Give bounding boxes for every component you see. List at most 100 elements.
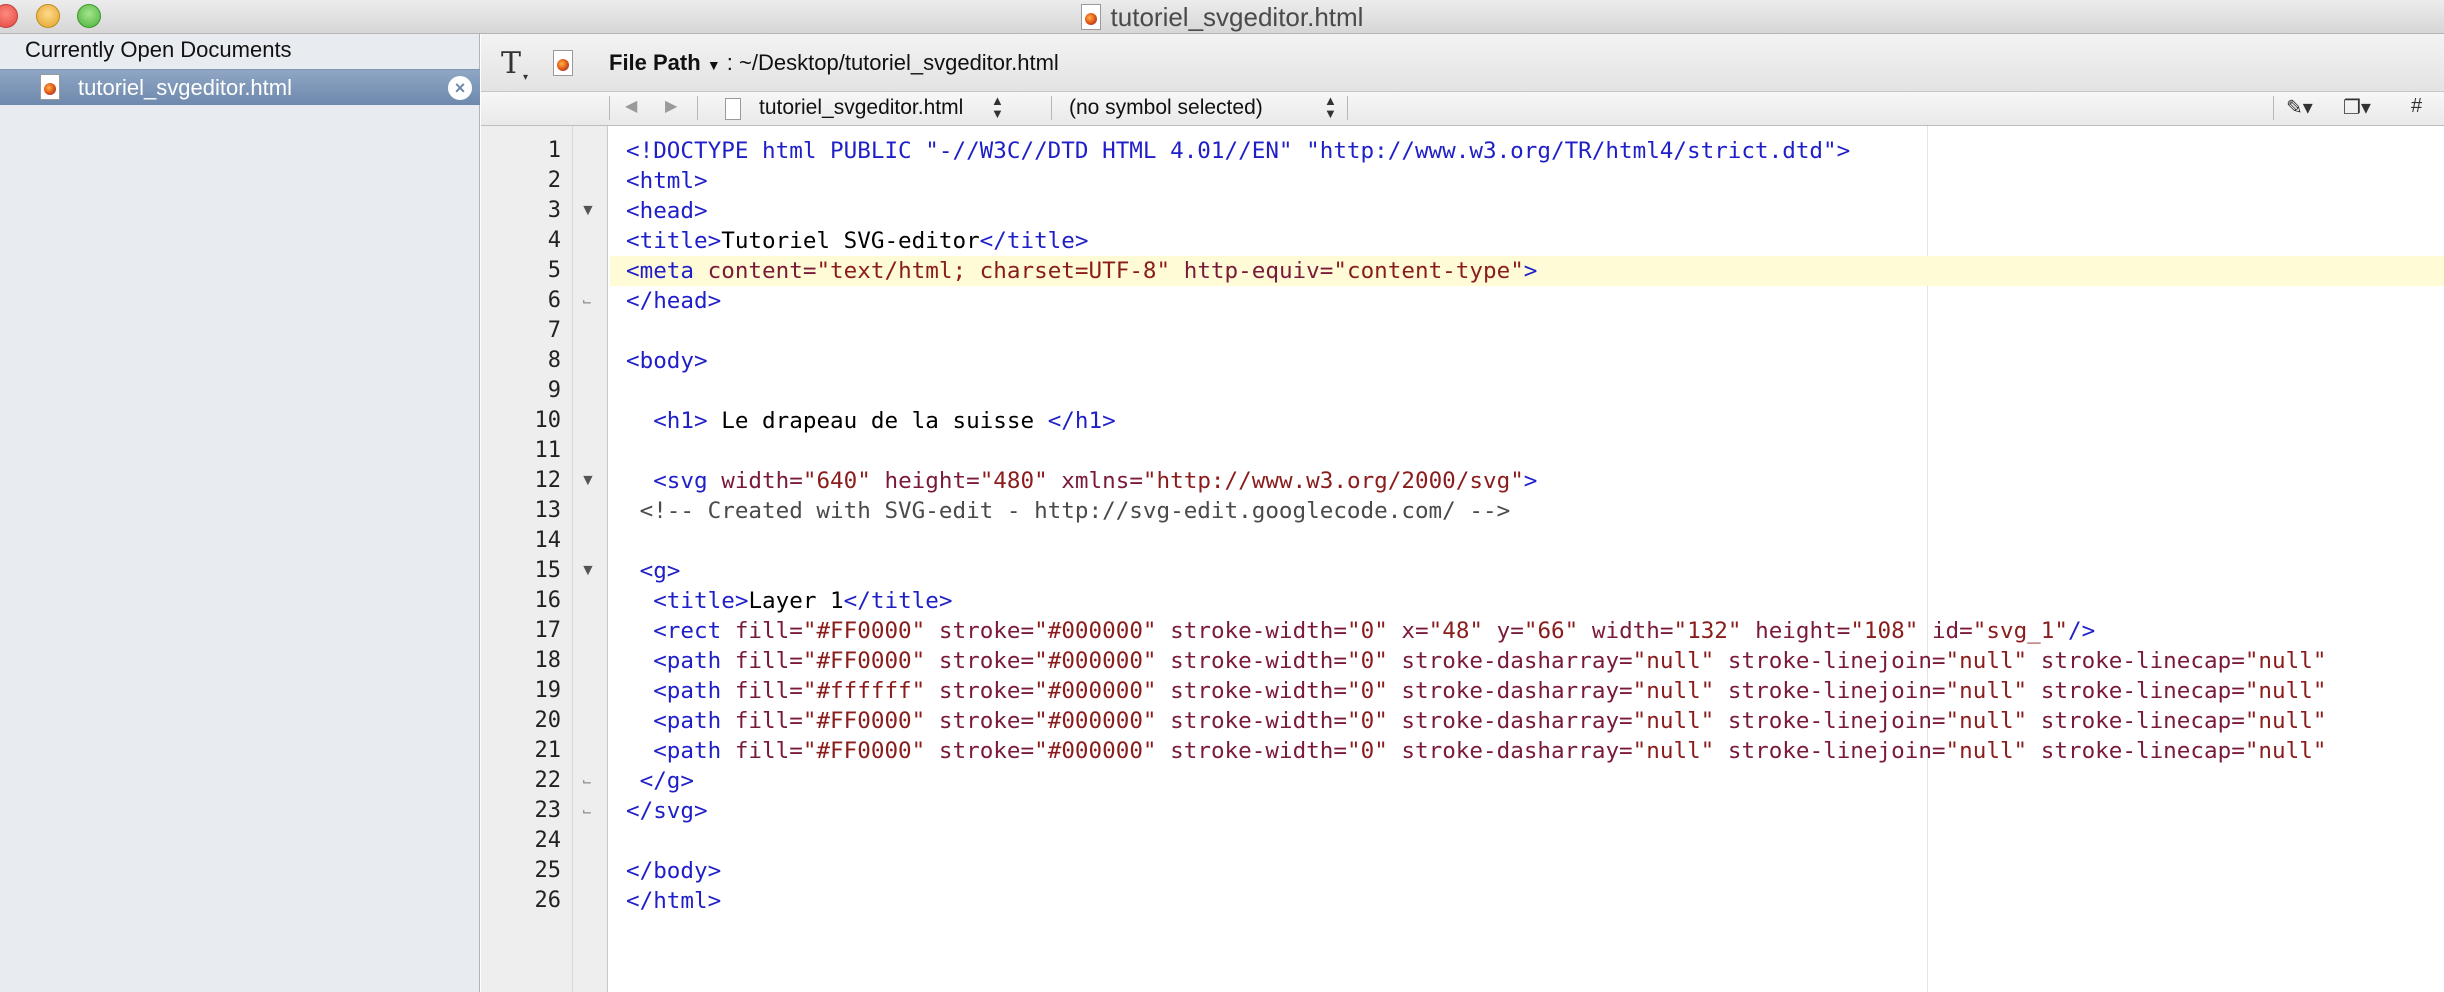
code-token: stroke-width= <box>1156 618 1347 644</box>
code-token: "#FF0000" <box>802 738 926 764</box>
code-token: height= <box>870 468 980 494</box>
sidebar-item-document[interactable]: tutoriel_svgeditor.html × <box>0 69 480 105</box>
up-down-arrows-icon[interactable]: ▲ ▼ <box>1324 94 1337 120</box>
code-token: height= <box>1741 618 1851 644</box>
code-token: width= <box>707 468 803 494</box>
code-line[interactable]: <path fill="#FF0000" stroke="#000000" st… <box>626 736 2444 766</box>
line-number: 15 <box>534 558 562 583</box>
code-token: stroke-linejoin= <box>1714 738 1946 764</box>
code-token: stroke-dasharray= <box>1387 648 1633 674</box>
code-line[interactable]: <h1> Le drapeau de la suisse </h1> <box>626 406 2444 436</box>
sidebar-header: Currently Open Documents <box>25 37 292 62</box>
text-tool-icon[interactable]: T ▾ <box>501 46 528 83</box>
line-number: 5 <box>547 258 561 283</box>
code-token: > <box>1523 468 1538 494</box>
code-line[interactable]: <path fill="#FF0000" stroke="#000000" st… <box>626 706 2444 736</box>
code-line[interactable]: <title>Layer 1</title> <box>626 586 2444 616</box>
html-file-icon[interactable] <box>553 50 573 76</box>
code-token: http-equiv= <box>1170 258 1334 284</box>
line-number: 9 <box>547 378 561 403</box>
line-number: 3 <box>547 198 561 223</box>
code-token: stroke= <box>925 738 1035 764</box>
code-token: stroke-width= <box>1156 708 1347 734</box>
close-document-icon[interactable]: × <box>448 76 472 100</box>
code-token: </g> <box>626 768 695 794</box>
code-line[interactable]: <head> <box>626 196 2444 226</box>
code-token: Layer 1 <box>748 588 844 614</box>
code-line[interactable]: <!-- Created with SVG-edit - http://svg-… <box>626 496 2444 526</box>
code-token: stroke-linecap= <box>2027 678 2245 704</box>
forward-arrow-icon[interactable]: ▶ <box>665 96 677 116</box>
code-token: stroke-linejoin= <box>1714 708 1946 734</box>
code-token: stroke-linecap= <box>2027 738 2245 764</box>
code-token: "null" <box>1632 678 1715 704</box>
code-token: "#ffffff" <box>802 678 926 704</box>
line-number: 13 <box>534 498 562 523</box>
divider <box>697 96 698 120</box>
back-arrow-icon[interactable]: ◀ <box>625 96 637 116</box>
chevron-down-icon[interactable]: ▼ <box>707 57 721 73</box>
code-line-highlighted[interactable]: <meta content="text/html; charset=UTF-8"… <box>610 256 2444 286</box>
code-token: <path <box>626 678 722 704</box>
code-line[interactable]: <path fill="#FF0000" stroke="#000000" st… <box>626 646 2444 676</box>
code-token: stroke-linecap= <box>2027 708 2245 734</box>
code-line[interactable]: <path fill="#ffffff" stroke="#000000" st… <box>626 676 2444 706</box>
sidebar-item-label: tutoriel_svgeditor.html <box>78 75 292 100</box>
code-line[interactable]: <rect fill="#FF0000" stroke="#000000" st… <box>626 616 2444 646</box>
line-number: 12 <box>534 468 562 493</box>
fold-triangle-icon[interactable]: ▼ <box>580 466 596 496</box>
code-token: "content-type" <box>1333 258 1524 284</box>
code-line[interactable]: </html> <box>626 886 2444 916</box>
code-line[interactable]: </g> <box>626 766 2444 796</box>
code-token: stroke= <box>925 678 1035 704</box>
code-token: <meta <box>626 258 695 284</box>
code-token: xmlns= <box>1047 468 1143 494</box>
code-token: Tutoriel SVG-editor <box>721 228 980 254</box>
code-token: </body> <box>626 858 722 884</box>
code-token: "#000000" <box>1034 708 1157 734</box>
line-number: 21 <box>534 738 562 763</box>
marker-icon[interactable]: ✎▾ <box>2286 95 2313 120</box>
fold-triangle-icon[interactable]: ▼ <box>580 196 596 226</box>
code-line[interactable]: <!DOCTYPE html PUBLIC "-//W3C//DTD HTML … <box>626 136 2444 166</box>
code-line[interactable]: </head> <box>626 286 2444 316</box>
code-line[interactable]: </body> <box>626 856 2444 886</box>
symbol-popup[interactable]: (no symbol selected) <box>1069 96 1263 120</box>
fold-end-icon[interactable]: ⌙ <box>582 796 592 826</box>
line-number-icon[interactable]: # <box>2411 95 2422 118</box>
file-path[interactable]: File Path ▼ : ~/Desktop/tutoriel_svgedit… <box>609 50 1059 76</box>
code-token: "0" <box>1346 648 1388 674</box>
fold-end-icon[interactable]: ⌙ <box>582 286 592 316</box>
file-popup[interactable]: tutoriel_svgeditor.html <box>759 96 963 120</box>
line-number: 8 <box>547 348 561 373</box>
code-token: <path <box>626 708 722 734</box>
code-token: stroke-linejoin= <box>1714 678 1946 704</box>
fold-end-icon[interactable]: ⌙ <box>582 766 592 796</box>
up-down-arrows-icon[interactable]: ▲ ▼ <box>991 94 1004 120</box>
code-token: "http://www.w3.org/2000/svg" <box>1142 468 1524 494</box>
code-token: "null" <box>1945 708 2028 734</box>
code-line[interactable]: </svg> <box>626 796 2444 826</box>
code-line[interactable]: <body> <box>626 346 2444 376</box>
line-number: 1 <box>547 138 561 163</box>
code-token: "null" <box>1632 648 1715 674</box>
code-line[interactable]: <svg width="640" height="480" xmlns="htt… <box>626 466 2444 496</box>
code-token: stroke= <box>925 648 1035 674</box>
code-token: "66" <box>1523 618 1579 644</box>
code-token: </svg> <box>626 798 708 824</box>
code-token: "null" <box>2244 678 2327 704</box>
code-line[interactable]: <g> <box>626 556 2444 586</box>
code-line[interactable]: <title>Tutoriel SVG-editor</title> <box>626 226 2444 256</box>
code-token: stroke-linecap= <box>2027 648 2245 674</box>
divider <box>1347 96 1348 120</box>
window-title-container: tutoriel_svgeditor.html <box>0 0 2444 34</box>
code-token: <rect <box>626 618 722 644</box>
bookmark-stack-icon[interactable]: ❐▾ <box>2343 95 2371 120</box>
code-token: stroke= <box>925 618 1035 644</box>
code-token: <title> <box>626 588 749 614</box>
code-line[interactable]: <html> <box>626 166 2444 196</box>
code-token: x= <box>1387 618 1429 644</box>
fold-triangle-icon[interactable]: ▼ <box>580 556 596 586</box>
code-token: <title> <box>626 228 722 254</box>
code-token: "null" <box>2244 738 2327 764</box>
